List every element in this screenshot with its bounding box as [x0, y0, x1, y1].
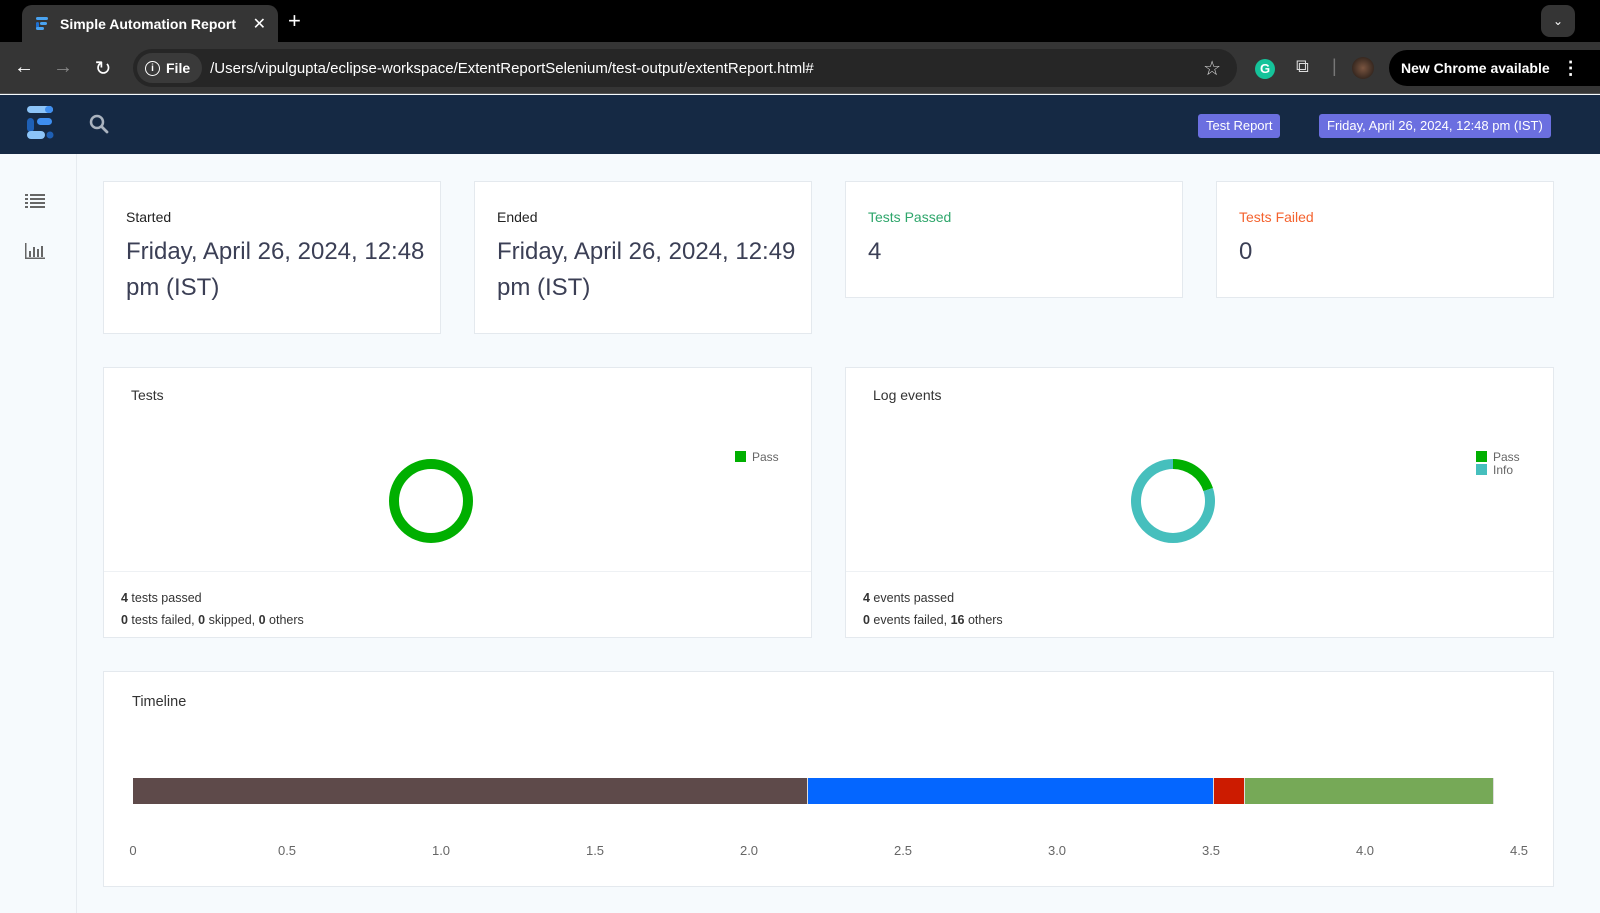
- started-value: Friday, April 26, 2024, 12:48 pm (IST): [126, 238, 425, 301]
- ended-card: Ended Friday, April 26, 2024, 12:49 pm (…: [474, 181, 812, 334]
- tests-panel-summary: 4 tests passed 0 tests failed, 0 skipped…: [104, 571, 811, 637]
- scheme-label: File: [166, 60, 191, 76]
- legend-swatch-pass: [735, 451, 746, 462]
- bookmark-star-icon[interactable]: ☆: [1203, 56, 1221, 81]
- sidebar: [0, 154, 77, 913]
- tests-failed-label: Tests Failed: [1239, 209, 1314, 225]
- tests-passed-label: Tests Passed: [868, 209, 952, 225]
- legend-label-info: Info: [1493, 463, 1514, 477]
- sidebar-item-tests[interactable]: [25, 193, 45, 214]
- log-legend: Pass Info: [1476, 451, 1520, 477]
- list-icon: [25, 194, 45, 208]
- timeline-bar: [133, 778, 1495, 804]
- events-passed-text: events passed: [869, 591, 955, 605]
- back-icon[interactable]: ←: [12, 56, 36, 79]
- log-events-chart-panel: Log events Pass Info 4 events passed 0 e…: [845, 367, 1554, 638]
- tests-failed-card: Tests Failed 0: [1216, 181, 1554, 298]
- events-failed-count: 0: [863, 613, 870, 627]
- timeline-title: Timeline: [132, 694, 187, 710]
- browser-tab[interactable]: Simple Automation Report ✕: [22, 5, 278, 42]
- timeline-tick-label: 1.0: [431, 843, 451, 858]
- timeline-segment-4[interactable]: [1244, 778, 1495, 804]
- grammarly-extension-icon[interactable]: G: [1255, 59, 1275, 79]
- new-chrome-available-button[interactable]: New Chrome available ⋮: [1389, 50, 1600, 86]
- timeline-tick-label: 0: [129, 843, 137, 858]
- timeline-segment-3[interactable]: [1214, 778, 1245, 804]
- donut-slice-pass: [389, 459, 473, 543]
- tests-passed-card: Tests Passed 4: [845, 181, 1183, 298]
- reload-icon[interactable]: ↻: [91, 56, 115, 81]
- test-report-badge: Test Report: [1198, 114, 1281, 138]
- log-panel-summary: 4 events passed 0 events failed, 16 othe…: [846, 571, 1553, 637]
- new-tab-icon[interactable]: +: [288, 8, 301, 34]
- tests-skipped-text: skipped,: [205, 613, 259, 627]
- tests-failed-count: 0: [121, 613, 128, 627]
- forward-icon[interactable]: →: [51, 56, 75, 79]
- browser-tabstrip: Simple Automation Report ✕ + ⌄: [0, 0, 1600, 42]
- log-events-donut-chart: [1131, 459, 1215, 543]
- address-bar[interactable]: i File /Users/vipulgupta/eclipse-workspa…: [133, 49, 1237, 87]
- log-panel-title: Log events: [873, 387, 942, 403]
- tab-search-chevron-icon[interactable]: ⌄: [1541, 5, 1575, 37]
- extensions-puzzle-icon[interactable]: ⧉: [1296, 56, 1309, 77]
- tab-close-icon[interactable]: ✕: [253, 14, 266, 34]
- timeline-tick-label: 0.5: [277, 843, 297, 858]
- legend-label-pass: Pass: [752, 450, 779, 464]
- tests-others-text: others: [265, 613, 304, 627]
- toolbar-divider: |: [1332, 56, 1337, 76]
- started-label: Started: [126, 209, 172, 225]
- tests-others-count: 0: [258, 613, 266, 627]
- legend-label-pass: Pass: [1493, 450, 1520, 464]
- ended-label: Ended: [497, 209, 538, 225]
- url-text[interactable]: /Users/vipulgupta/eclipse-workspace/Exte…: [210, 60, 1203, 77]
- tests-failed-value: 0: [1239, 238, 1253, 265]
- tests-passed-value: 4: [868, 238, 882, 265]
- timeline-tick-label: 3.0: [1047, 843, 1067, 858]
- sidebar-item-dashboard[interactable]: [25, 242, 45, 265]
- tests-donut-chart: [389, 459, 473, 543]
- bar-chart-icon: [25, 243, 45, 259]
- timeline-tick-label: 2.5: [893, 843, 913, 858]
- profile-avatar[interactable]: [1352, 57, 1374, 79]
- events-failed-text: events failed,: [869, 613, 951, 627]
- timeline-tick-label: 3.5: [1201, 843, 1221, 858]
- timeline-segment-2[interactable]: [807, 778, 1215, 804]
- tests-chart-panel: Tests Pass 4 tests passed 0 tests failed…: [103, 367, 812, 638]
- legend-swatch-pass: [1476, 451, 1487, 462]
- timeline-tick-label: 1.5: [585, 843, 605, 858]
- tests-legend: Pass: [735, 451, 779, 464]
- new-chrome-label: New Chrome available: [1401, 60, 1550, 76]
- legend-item-info: Info: [1476, 464, 1520, 477]
- timeline-segment-1[interactable]: [133, 778, 808, 804]
- more-menu-icon[interactable]: ⋮: [1562, 58, 1580, 79]
- timeline-tick-label: 2.0: [739, 843, 759, 858]
- timeline-tick-label: 4.0: [1355, 843, 1375, 858]
- timeline-tick-label: 4.5: [1509, 843, 1529, 858]
- search-icon[interactable]: [89, 114, 109, 139]
- legend-swatch-info: [1476, 464, 1487, 475]
- tests-passed-text: tests passed: [127, 591, 202, 605]
- donut-slice-pass: [1173, 459, 1213, 492]
- site-info-chip[interactable]: i File: [137, 53, 203, 83]
- extent-favicon-icon: [34, 16, 50, 32]
- events-others-count: 16: [950, 613, 965, 627]
- tab-title: Simple Automation Report: [60, 15, 237, 32]
- ended-value: Friday, April 26, 2024, 12:49 pm (IST): [497, 238, 796, 301]
- started-card: Started Friday, April 26, 2024, 12:48 pm…: [103, 181, 441, 334]
- tests-panel-title: Tests: [131, 387, 164, 403]
- tests-passed-count: 4: [121, 591, 128, 605]
- extent-logo: [25, 104, 55, 142]
- legend-item-pass: Pass: [735, 451, 779, 464]
- events-others-text: others: [964, 613, 1003, 627]
- info-icon: i: [145, 60, 160, 76]
- tests-failed-text: tests failed,: [127, 613, 199, 627]
- report-date-badge: Friday, April 26, 2024, 12:48 pm (IST): [1319, 114, 1551, 138]
- events-passed-count: 4: [863, 591, 870, 605]
